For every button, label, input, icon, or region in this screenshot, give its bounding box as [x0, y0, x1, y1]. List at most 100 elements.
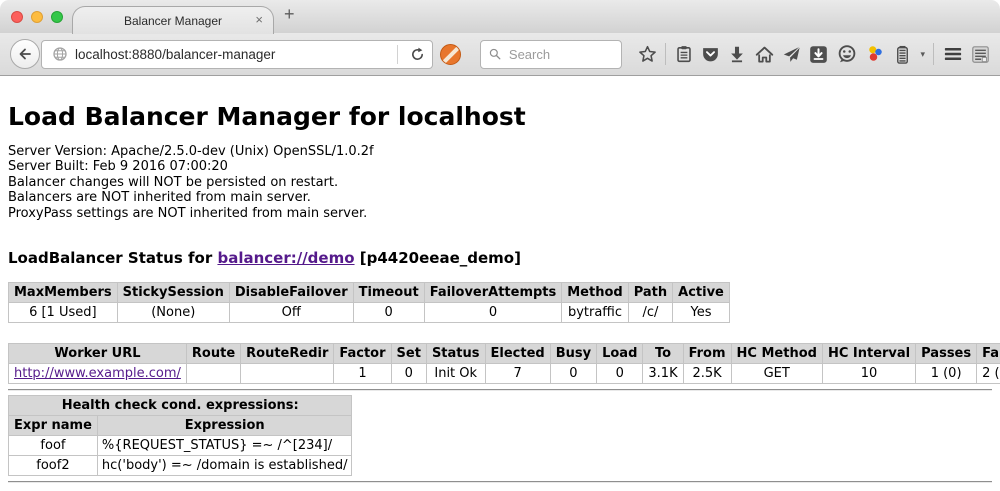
overflow-caret-icon[interactable]: ▾ — [920, 49, 925, 60]
grid-extension-icon — [971, 45, 990, 64]
smiley-icon — [837, 44, 857, 64]
page-content: Load Balancer Manager for localhost Serv… — [0, 76, 1000, 490]
search-input[interactable] — [507, 46, 613, 63]
column-header: Path — [628, 283, 672, 303]
column-header: Expression — [97, 416, 352, 436]
worker-row: http://www.example.com/ 1 0 Init Ok 7 0 … — [9, 364, 1000, 384]
server-info: Server Version: Apache/2.5.0-dev (Unix) … — [8, 144, 992, 221]
timeout-cell: 0 — [353, 303, 424, 323]
column-header: Route — [186, 344, 240, 364]
minimize-window-button[interactable] — [31, 11, 43, 23]
menu-button[interactable] — [943, 44, 963, 64]
back-arrow-icon — [17, 46, 33, 62]
path-cell: /c/ — [628, 303, 672, 323]
send-tab-button[interactable] — [782, 45, 801, 64]
load-cell: 0 — [597, 364, 643, 384]
navigation-toolbar: localhost:8880/balancer-manager — [0, 33, 1000, 76]
column-header: From — [683, 344, 731, 364]
passes-cell: 1 (0) — [916, 364, 977, 384]
tab-title: Balancer Manager — [124, 14, 222, 28]
column-header: MaxMembers — [9, 283, 118, 303]
section-divider — [8, 389, 992, 391]
bookmark-star-icon — [638, 45, 657, 64]
column-header: HC Method — [731, 344, 822, 364]
status-suffix: [p4420eeae_demo] — [355, 249, 521, 267]
column-header: Passes — [916, 344, 977, 364]
hamburger-menu-icon — [943, 44, 963, 64]
worker-status-table: Worker URL Route RouteRedir Factor Set S… — [8, 343, 1000, 384]
colored-dots-extension-button[interactable] — [865, 44, 885, 64]
column-header: RouteRedir — [241, 344, 334, 364]
expression-cell: hc('body') =~ /domain is established/ — [97, 456, 352, 476]
method-cell: bytraffic — [562, 303, 628, 323]
page-bottom-divider — [8, 481, 992, 483]
bookmark-star-button[interactable] — [638, 45, 657, 64]
stickysession-cell: (None) — [117, 303, 229, 323]
grid-extension-button[interactable] — [971, 45, 990, 64]
video-download-extension-button[interactable] — [809, 45, 828, 64]
table-row: 6 [1 Used] (None) Off 0 0 bytraffic /c/ … — [9, 303, 730, 323]
new-tab-button[interactable]: + — [284, 4, 295, 25]
home-button[interactable] — [755, 45, 774, 64]
table-header-row: Expr name Expression — [9, 416, 352, 436]
clipboard-icon — [675, 45, 693, 63]
server-built-line: Server Built: Feb 9 2016 07:00:20 — [8, 159, 992, 174]
url-text[interactable]: localhost:8880/balancer-manager — [75, 47, 390, 62]
close-window-button[interactable] — [11, 11, 23, 23]
worker-url-link[interactable]: http://www.example.com/ — [14, 366, 181, 381]
reload-button[interactable] — [405, 42, 429, 66]
column-header: Timeout — [353, 283, 424, 303]
home-icon — [755, 45, 774, 64]
pocket-icon — [701, 45, 720, 64]
table-header-row: MaxMembers StickySession DisableFailover… — [9, 283, 730, 303]
elected-cell: 7 — [485, 364, 550, 384]
search-icon — [489, 47, 501, 61]
column-header: Expr name — [9, 416, 98, 436]
status-prefix: LoadBalancer Status for — [8, 249, 217, 267]
set-cell: 0 — [391, 364, 426, 384]
proxypass-note-line: ProxyPass settings are NOT inherited fro… — [8, 206, 992, 221]
maxmembers-cell: 6 [1 Used] — [9, 303, 118, 323]
column-header: DisableFailover — [229, 283, 353, 303]
back-button[interactable] — [10, 39, 40, 69]
to-cell: 3.1K — [643, 364, 683, 384]
expr-name-cell: foof — [9, 436, 98, 456]
column-header: Active — [673, 283, 730, 303]
reading-list-button[interactable] — [675, 45, 693, 63]
active-cell: Yes — [673, 303, 730, 323]
busy-cell: 0 — [550, 364, 596, 384]
paper-plane-icon — [782, 45, 801, 64]
disablefailover-cell: Off — [229, 303, 353, 323]
colored-dots-icon — [865, 44, 885, 64]
hc-method-cell: GET — [731, 364, 822, 384]
titlebar: Balancer Manager × + — [0, 0, 1000, 33]
emoji-extension-button[interactable] — [837, 44, 857, 64]
balancer-settings-table: MaxMembers StickySession DisableFailover… — [8, 282, 730, 323]
tab-balancer-manager[interactable]: Balancer Manager × — [72, 6, 274, 34]
expr-name-cell: foof2 — [9, 456, 98, 476]
pocket-button[interactable] — [701, 45, 720, 64]
battery-icon — [893, 45, 912, 64]
battery-extension-button[interactable] — [893, 45, 912, 64]
tab-close-icon[interactable]: × — [255, 12, 263, 28]
table-row: foof2 hc('body') =~ /domain is establish… — [9, 456, 352, 476]
column-header: Worker URL — [9, 344, 187, 364]
status-cell: Init Ok — [426, 364, 485, 384]
column-header: Elected — [485, 344, 550, 364]
content-blocked-extension-icon[interactable] — [440, 44, 461, 65]
downloads-button[interactable] — [728, 45, 746, 63]
column-header: To — [643, 344, 683, 364]
column-header: Busy — [550, 344, 596, 364]
zoom-window-button[interactable] — [51, 11, 63, 23]
column-header: FailoverAttempts — [424, 283, 562, 303]
url-bar[interactable]: localhost:8880/balancer-manager — [41, 40, 433, 69]
balancer-demo-link[interactable]: balancer://demo — [217, 249, 354, 267]
failoverattempts-cell: 0 — [424, 303, 562, 323]
page-title: Load Balancer Manager for localhost — [8, 102, 992, 131]
toolbar-buttons: ▾ — [629, 43, 990, 65]
table-row: foof %{REQUEST_STATUS} =~ /^[234]/ — [9, 436, 352, 456]
download-arrow-icon — [728, 45, 746, 63]
from-cell: 2.5K — [683, 364, 731, 384]
search-bar[interactable] — [480, 40, 622, 69]
boxed-download-icon — [809, 45, 828, 64]
